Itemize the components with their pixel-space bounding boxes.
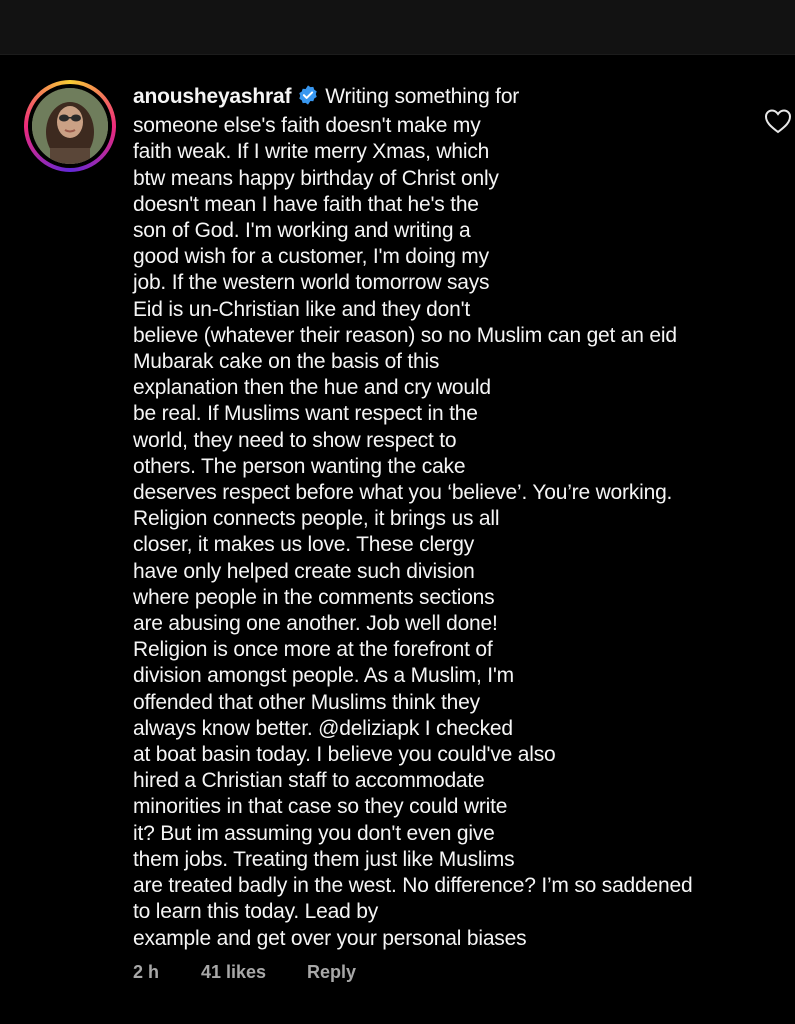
comment-body: anousheyashraf Writing something for some… [133,84,753,952]
avatar[interactable] [24,80,116,172]
comment-text: Writing something for someone else's fai… [133,85,693,950]
timestamp: 2 h [133,962,160,982]
top-bar [0,0,795,55]
likes-count[interactable]: 41 likes [201,962,307,983]
comment-meta: 2 h 41 likes Reply [133,962,356,983]
heart-outline-icon[interactable] [764,108,792,134]
profile-photo-art [32,88,108,164]
profile-photo [32,88,108,164]
username-link[interactable]: anousheyashraf [133,85,291,108]
reply-button[interactable]: Reply [307,962,356,983]
verified-badge-icon [297,84,319,113]
